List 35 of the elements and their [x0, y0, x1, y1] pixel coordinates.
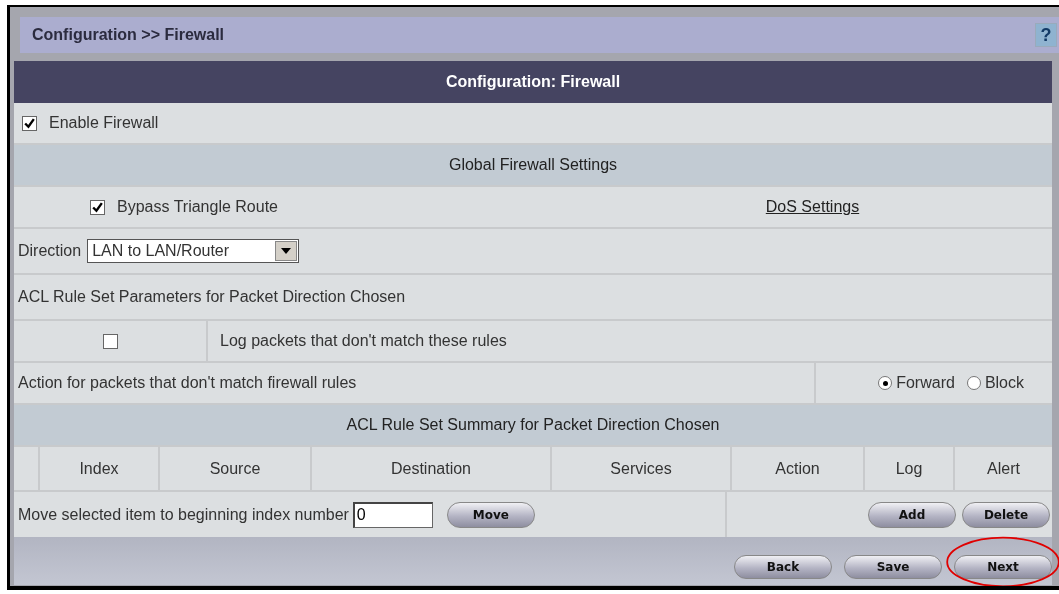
checkbox[interactable] [102, 333, 118, 349]
radio-button[interactable] [966, 376, 981, 390]
footer-button[interactable]: Save [844, 555, 942, 579]
footer-button[interactable]: Back [734, 555, 832, 579]
checkbox-label: Enable Firewall [49, 114, 159, 132]
section-heading: ACL Rule Set Summary for Packet Direction Chosen [14, 405, 1052, 447]
table-action-button[interactable]: Delete [962, 501, 1050, 528]
column-header: Index [40, 447, 160, 490]
section-text: ACL Rule Set Parameters for Packet Direction Chosen [18, 288, 406, 306]
section-heading: Global Firewall Settings [14, 145, 1052, 187]
checkbox-label: Log packets that don't match these rules [220, 332, 507, 350]
help-button[interactable]: ? [1035, 23, 1057, 47]
dos-settings-link[interactable]: DoS Settings [765, 198, 860, 216]
move-label: Move selected item to beginning index number [18, 505, 349, 524]
checkbox[interactable] [22, 115, 37, 131]
column-header: Destination [312, 447, 552, 490]
breadcrumb: Configuration >> Firewall [31, 26, 225, 44]
column-header: Action [732, 447, 865, 490]
column-header: Source [160, 447, 312, 490]
checkbox[interactable] [90, 199, 105, 215]
index-input[interactable]: 0 [352, 501, 433, 528]
column-header: Services [552, 447, 732, 490]
footer-button[interactable]: Next [954, 555, 1052, 579]
radio-label: Block [984, 374, 1024, 392]
move-button[interactable]: Move [446, 501, 535, 528]
action-label: Action for packets that don't match firewall rules [18, 374, 357, 392]
column-header: Log [865, 447, 955, 490]
radio-button[interactable] [878, 376, 893, 390]
radio-label: Forward [896, 374, 955, 392]
direction-label: Direction [18, 242, 82, 260]
panel-title: Configuration: Firewall [14, 61, 1052, 103]
column-header: Alert [986, 458, 1021, 479]
direction-dropdown[interactable]: LAN to LAN/Router [87, 239, 300, 263]
table-action-button[interactable]: Add [868, 501, 956, 528]
checkbox-label: Bypass Triangle Route [117, 198, 278, 216]
